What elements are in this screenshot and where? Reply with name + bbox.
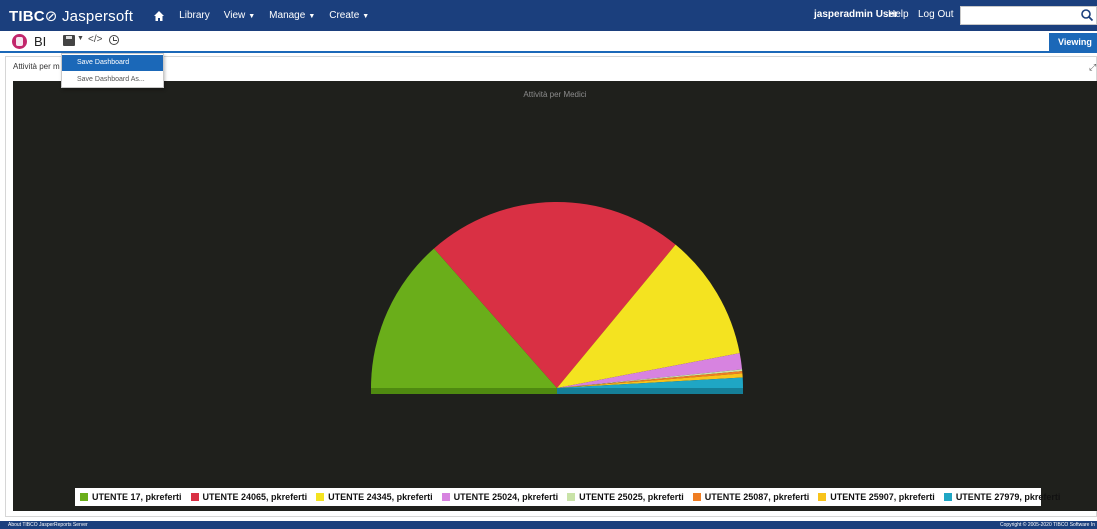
logout-link[interactable]: Log Out <box>918 9 954 20</box>
legend-item[interactable]: UTENTE 25907, pkreferti <box>818 492 935 502</box>
legend-swatch <box>80 493 88 501</box>
search-icon[interactable] <box>1080 8 1094 22</box>
expand-icon[interactable]: ⤢ <box>1089 62 1096 73</box>
footer-bar: About TIBCO JasperReports Server Copyrig… <box>0 521 1097 529</box>
pie-chart <box>371 202 743 394</box>
legend-item[interactable]: UTENTE 24065, pkreferti <box>190 492 308 502</box>
viewing-mode-button[interactable]: Viewing▼ <box>1049 33 1097 51</box>
save-dashboard-as-item[interactable]: Save Dashboard As... <box>62 72 163 88</box>
chevron-down-icon: ▼ <box>248 13 256 20</box>
legend-swatch <box>692 493 701 501</box>
pie-base-right <box>557 388 743 394</box>
dashlet-title: Attività per m <box>13 62 60 71</box>
legend-label: UTENTE 24065, pkreferti <box>202 492 308 502</box>
nav-library[interactable]: Library <box>179 10 210 21</box>
legend-item[interactable]: UTENTE 25024, pkreferti <box>441 492 559 502</box>
legend-item[interactable]: UTENTE 27979, pkreferti <box>943 492 1061 502</box>
legend-item[interactable]: UTENTE 25087, pkreferti <box>692 492 810 502</box>
chevron-down-icon[interactable]: ▼ <box>77 35 84 42</box>
dashboard-title: BI <box>34 34 47 49</box>
legend-swatch <box>316 493 325 501</box>
legend-label: UTENTE 27979, pkreferti <box>955 492 1061 502</box>
about-link[interactable]: About TIBCO JasperReports Server <box>8 522 88 528</box>
legend-item[interactable]: UTENTE 25025, pkreferti <box>567 492 684 502</box>
help-link[interactable]: Help <box>888 9 909 20</box>
pie-base-left <box>371 388 557 394</box>
home-icon[interactable] <box>153 10 165 22</box>
dashboard-icon <box>12 34 27 49</box>
legend-label: UTENTE 25087, pkreferti <box>704 492 810 502</box>
legend-label: UTENTE 24345, pkreferti <box>328 492 433 502</box>
save-icon[interactable] <box>63 35 75 46</box>
clock-icon[interactable] <box>109 35 119 45</box>
nav-create-menu[interactable]: Create ▼ <box>329 10 369 21</box>
legend-swatch <box>567 493 576 501</box>
legend-swatch <box>818 493 827 501</box>
top-navigation-bar: TIBC⊘ Jaspersoft Library View ▼ Manage ▼ C… <box>0 0 1097 31</box>
legend-item[interactable]: UTENTE 17, pkreferti <box>80 492 182 502</box>
legend-label: UTENTE 25025, pkreferti <box>579 492 684 502</box>
save-dropdown-menu: Save Dashboard Save Dashboard As... <box>61 53 164 88</box>
legend-swatch <box>190 493 199 501</box>
legend-label: UTENTE 25907, pkreferti <box>830 492 935 502</box>
jaspersoft-logo[interactable]: TIBC⊘ Jaspersoft <box>0 7 133 25</box>
legend-label: UTENTE 25024, pkreferti <box>453 492 559 502</box>
search-input[interactable] <box>960 6 1097 25</box>
nav-manage-menu[interactable]: Manage ▼ <box>269 10 315 21</box>
save-dashboard-item[interactable]: Save Dashboard <box>62 55 163 71</box>
legend-label: UTENTE 17, pkreferti <box>92 492 182 502</box>
chart-area: Attività per Medici <box>13 81 1097 511</box>
current-user[interactable]: jasperadmin User <box>814 9 898 20</box>
legend-swatch <box>943 493 952 501</box>
chart-legend: UTENTE 17, pkreferti UTENTE 24065, pkrefe… <box>75 488 1060 506</box>
chevron-down-icon: ▼ <box>362 13 370 20</box>
nav-view-menu[interactable]: View ▼ <box>224 10 255 21</box>
dashboard-toolbar: BI ▼ </> Viewing▼ <box>0 31 1097 53</box>
code-icon[interactable]: </> <box>88 34 102 45</box>
logo-o-icon: ⊘ <box>44 7 58 25</box>
copyright-text: Copyright © 2005-2020 TIBCO Software In <box>999 522 1095 528</box>
chevron-down-icon: ▼ <box>308 13 316 20</box>
legend-swatch <box>441 493 450 501</box>
legend-item[interactable]: UTENTE 24345, pkreferti <box>316 492 433 502</box>
